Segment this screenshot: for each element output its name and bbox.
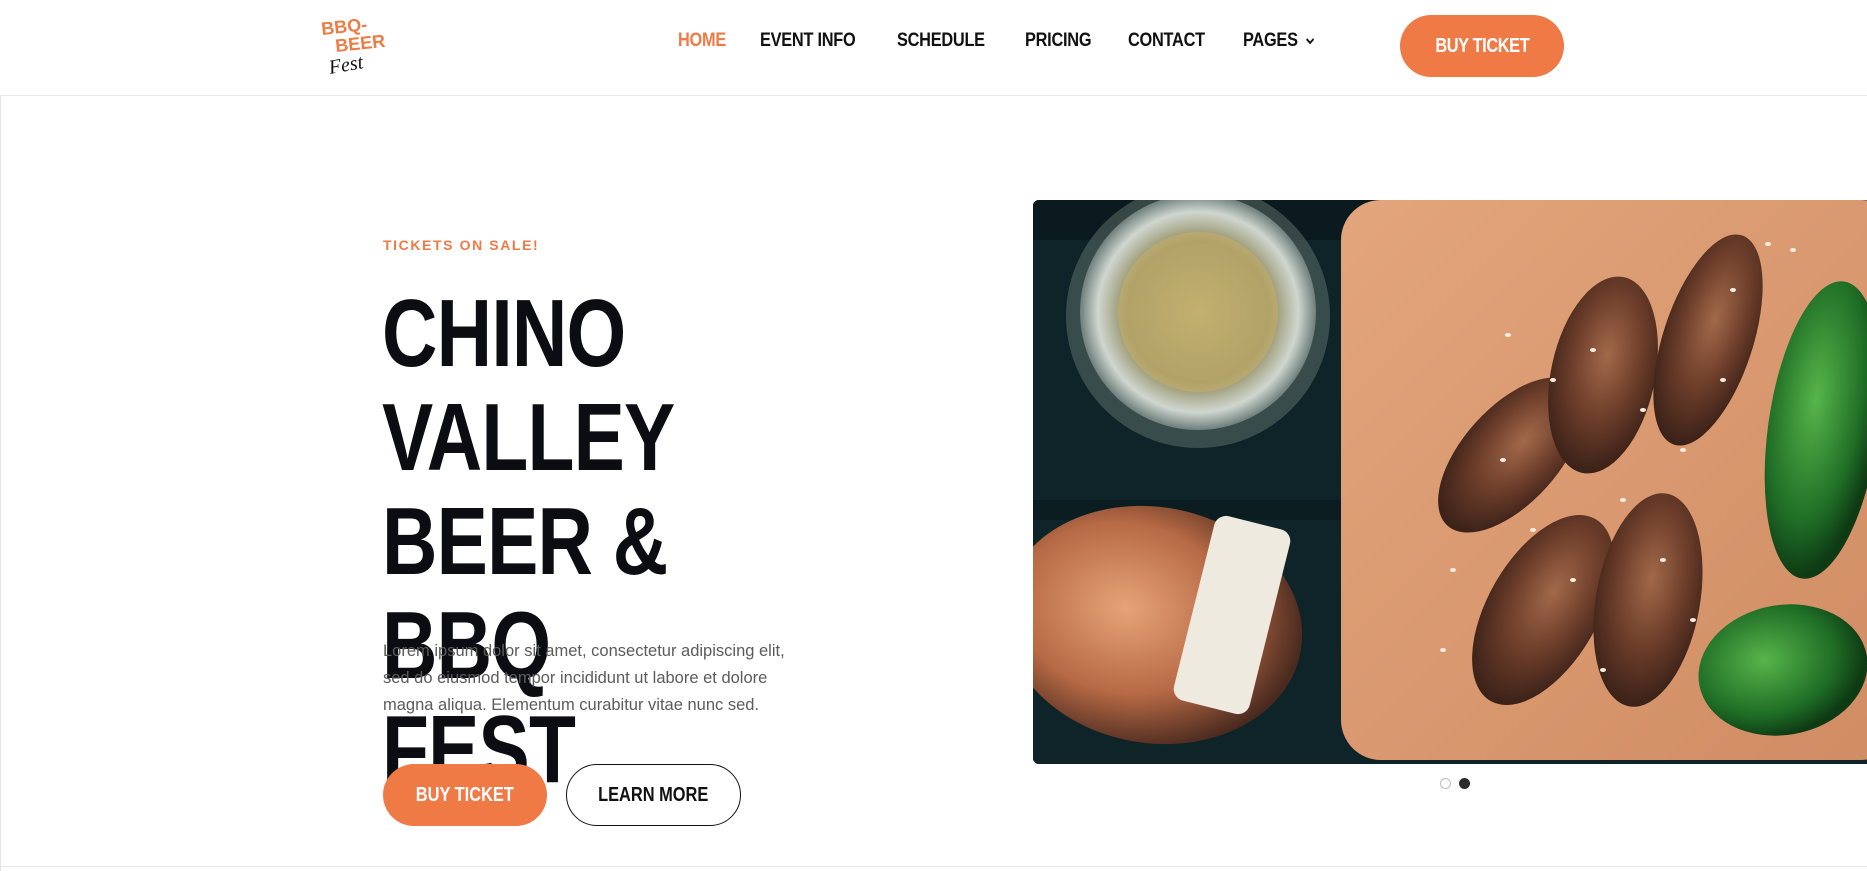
nav-item-label: EVENT INFO — [759, 30, 856, 51]
bbq-photo-image — [1033, 200, 1867, 764]
hero-description: Lorem ipsum dolor sit amet, consectetur … — [383, 638, 813, 719]
hero-image-slide[interactable] — [1033, 200, 1867, 764]
nav-item-label: PAGES — [1243, 30, 1299, 51]
nav-item-pricing[interactable]: PRICING — [1024, 30, 1092, 52]
button-label: BUY TICKET — [1434, 34, 1529, 57]
hero-text-line: Lorem ipsum dolor sit amet, consectetur … — [383, 642, 785, 660]
hero-text-line: sed do eiusmod tempor incididunt ut labo… — [383, 669, 768, 687]
hero-buy-ticket-button[interactable]: BUY TICKET — [383, 764, 547, 826]
nav-item-label: CONTACT — [1128, 30, 1205, 51]
hero-text-line: magna aliqua. Elementum curabitur vitae … — [383, 696, 760, 714]
nav-item-home[interactable]: HOME — [678, 30, 726, 52]
hero-title-line: CHINO VALLEY — [382, 280, 675, 491]
chevron-down-icon — [1306, 38, 1315, 45]
slider-dot-2[interactable] — [1459, 778, 1470, 789]
header-buy-ticket-button[interactable]: BUY TICKET — [1400, 15, 1564, 77]
nav-item-schedule[interactable]: SCHEDULE — [897, 30, 985, 52]
button-label: BUY TICKET — [415, 783, 515, 806]
slider-dot-1[interactable] — [1440, 778, 1451, 789]
site-header: BBQ- BEER Fest HOME EVENT INFO SCHEDULE … — [0, 0, 1867, 96]
hero-kicker: TICKETS ON SALE! — [383, 237, 540, 253]
hero-learn-more-button[interactable]: LEARN MORE — [566, 764, 741, 826]
nav-item-contact[interactable]: CONTACT — [1128, 30, 1205, 52]
hero-title: CHINO VALLEY BEER & BBQ FEST — [382, 282, 830, 802]
slider-pagination — [1440, 778, 1470, 789]
logo-text-fest: Fest — [326, 51, 365, 79]
section-divider — [0, 866, 1867, 867]
nav-item-label: PRICING — [1024, 30, 1092, 51]
nav-item-pages[interactable]: PAGES — [1243, 30, 1315, 52]
nav-item-label: SCHEDULE — [896, 30, 985, 51]
button-label: LEARN MORE — [598, 783, 709, 806]
nav-item-label: HOME — [678, 30, 726, 51]
main-nav: HOME EVENT INFO SCHEDULE PRICING CONTACT… — [678, 30, 1353, 52]
site-logo[interactable]: BBQ- BEER Fest — [320, 14, 400, 80]
nav-item-event-info[interactable]: EVENT INFO — [759, 30, 856, 52]
